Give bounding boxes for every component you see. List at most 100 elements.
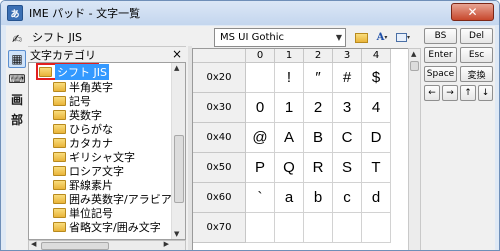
char-cell[interactable]: 3 xyxy=(333,93,362,123)
char-cell[interactable]: ! xyxy=(275,63,304,93)
tree-horizontal-scrollbar[interactable]: ◀ ▶ xyxy=(28,240,186,250)
char-cell[interactable]: ″ xyxy=(304,63,333,93)
char-cell[interactable]: 4 xyxy=(362,93,391,123)
char-cell[interactable]: d xyxy=(362,183,391,213)
tree-item[interactable]: 単位記号 xyxy=(53,206,113,220)
tree-item[interactable]: 罫線素片 xyxy=(53,178,113,192)
left-arrow-button[interactable]: ← xyxy=(424,85,440,101)
tree-item[interactable]: 省略文字/囲み文字 xyxy=(53,220,161,234)
current-category: シフト JIS xyxy=(28,28,186,46)
char-cell[interactable] xyxy=(275,213,304,243)
scroll-up-icon[interactable]: ▲ xyxy=(174,64,179,72)
bs-button[interactable]: BS xyxy=(424,28,457,44)
char-cell[interactable]: 1 xyxy=(275,93,304,123)
enter-button[interactable]: Enter xyxy=(424,47,457,63)
folder-icon xyxy=(39,67,52,77)
scroll-thumb[interactable] xyxy=(410,61,419,71)
char-cell[interactable]: 0 xyxy=(246,93,275,123)
char-cell[interactable] xyxy=(362,213,391,243)
category-panel-title: 文字カテゴリ xyxy=(30,48,96,62)
tree-item[interactable]: ロシア文字 xyxy=(53,164,124,178)
char-cell[interactable]: T xyxy=(362,153,391,183)
scroll-up-icon[interactable]: ▲ xyxy=(411,50,416,58)
char-cell[interactable]: C xyxy=(333,123,362,153)
ime-pad-icon: あ xyxy=(7,5,23,21)
char-cell[interactable]: @ xyxy=(246,123,275,153)
tree-item[interactable]: ひらがな xyxy=(53,122,113,136)
chevron-down-icon: ▼ xyxy=(335,33,342,42)
char-cell[interactable] xyxy=(246,213,275,243)
row-header: 0x30 xyxy=(193,93,246,123)
char-cell[interactable]: R xyxy=(304,153,333,183)
space-button[interactable]: Space xyxy=(424,66,457,82)
char-cell[interactable]: B xyxy=(304,123,333,153)
up-arrow-button[interactable]: ↑ xyxy=(460,85,476,101)
folder-icon xyxy=(53,166,66,176)
scroll-left-icon[interactable]: ◀ xyxy=(31,240,36,248)
tree-item-shift-jis[interactable]: シフト JIS xyxy=(39,64,109,80)
edit-keypad: BS Del Enter Esc Space 変換 ← → ↑ ↓ xyxy=(424,28,494,128)
soft-keyboard-icon[interactable]: ⌨ xyxy=(8,70,26,88)
character-list-icon[interactable]: ▦ xyxy=(8,50,26,68)
right-arrow-button[interactable]: → xyxy=(442,85,458,101)
char-cell[interactable]: Q xyxy=(275,153,304,183)
down-arrow-button[interactable]: ↓ xyxy=(478,85,493,101)
folder-icon xyxy=(53,110,66,120)
scroll-down-icon[interactable]: ▼ xyxy=(174,230,179,238)
char-cell[interactable]: $ xyxy=(362,63,391,93)
category-tree[interactable]: シフト JIS 半角英字 記号 英数字 ひらがな カタカナ ギリシャ文字 ロシア… xyxy=(28,62,186,240)
font-select[interactable]: MS UI Gothic ▼ xyxy=(214,28,346,47)
char-cell[interactable]: D xyxy=(362,123,391,153)
folder-icon xyxy=(53,124,66,134)
tree-vertical-scrollbar[interactable]: ▲ ▼ xyxy=(171,63,185,239)
handwriting-icon[interactable]: ✍ xyxy=(8,30,26,48)
column-header: 1 xyxy=(275,49,304,63)
char-cell[interactable]: b xyxy=(304,183,333,213)
view-options-icon[interactable]: ▾ xyxy=(394,29,412,46)
esc-button[interactable]: Esc xyxy=(460,47,493,63)
char-cell[interactable] xyxy=(333,213,362,243)
tree-item[interactable]: 囲み英数字/アラビア xyxy=(53,192,172,206)
folder-icon xyxy=(53,152,66,162)
radical-icon[interactable]: 部 xyxy=(8,110,26,128)
folder-open-icon[interactable] xyxy=(352,29,370,46)
category-close-icon[interactable]: × xyxy=(172,47,182,61)
convert-button[interactable]: 変換 xyxy=(460,66,493,82)
char-cell[interactable]: P xyxy=(246,153,275,183)
column-header: 3 xyxy=(333,49,362,63)
char-cell[interactable] xyxy=(246,63,275,93)
row-header: 0x50 xyxy=(193,153,246,183)
grid-vertical-scrollbar[interactable]: ▲ xyxy=(408,48,421,250)
char-cell[interactable]: # xyxy=(333,63,362,93)
font-select-value: MS UI Gothic xyxy=(220,32,285,43)
tree-item[interactable]: カタカナ xyxy=(53,136,113,150)
stroke-count-icon[interactable]: 画 xyxy=(8,90,26,108)
close-button[interactable]: ✕ xyxy=(451,3,494,21)
char-cell[interactable]: ` xyxy=(246,183,275,213)
tree-item[interactable]: ギリシャ文字 xyxy=(53,150,135,164)
scroll-thumb[interactable] xyxy=(174,135,184,203)
char-cell[interactable]: a xyxy=(275,183,304,213)
tree-item[interactable]: 半角英字 xyxy=(53,80,113,94)
current-category-label: シフト JIS xyxy=(32,31,82,44)
char-cell[interactable]: 2 xyxy=(304,93,333,123)
scroll-right-icon[interactable]: ▶ xyxy=(164,240,169,248)
tree-item-label: 省略文字/囲み文字 xyxy=(69,221,161,234)
title-bar[interactable]: あ IME パッド - 文字一覧 ✕ xyxy=(1,1,499,25)
char-cell[interactable] xyxy=(304,213,333,243)
del-button[interactable]: Del xyxy=(460,28,493,44)
font-size-icon[interactable]: A ▾ xyxy=(373,29,391,46)
char-cell[interactable]: A xyxy=(275,123,304,153)
char-cell[interactable]: c xyxy=(333,183,362,213)
char-cell[interactable]: S xyxy=(333,153,362,183)
character-grid: 0 1 2 3 4 0x20 ! ″ # $ 0x30 0 1 2 3 4 0x… xyxy=(192,48,409,250)
tree-item[interactable]: 記号 xyxy=(53,94,91,108)
tree-item[interactable]: 英数字 xyxy=(53,108,102,122)
folder-icon xyxy=(53,82,66,92)
grid-corner xyxy=(193,49,246,63)
scroll-thumb[interactable] xyxy=(41,242,109,250)
column-header: 2 xyxy=(304,49,333,63)
tree-item-label: シフト JIS xyxy=(55,64,109,80)
font-toolbar: MS UI Gothic ▼ A ▾ ▾ xyxy=(214,28,412,47)
folder-icon xyxy=(53,180,66,190)
